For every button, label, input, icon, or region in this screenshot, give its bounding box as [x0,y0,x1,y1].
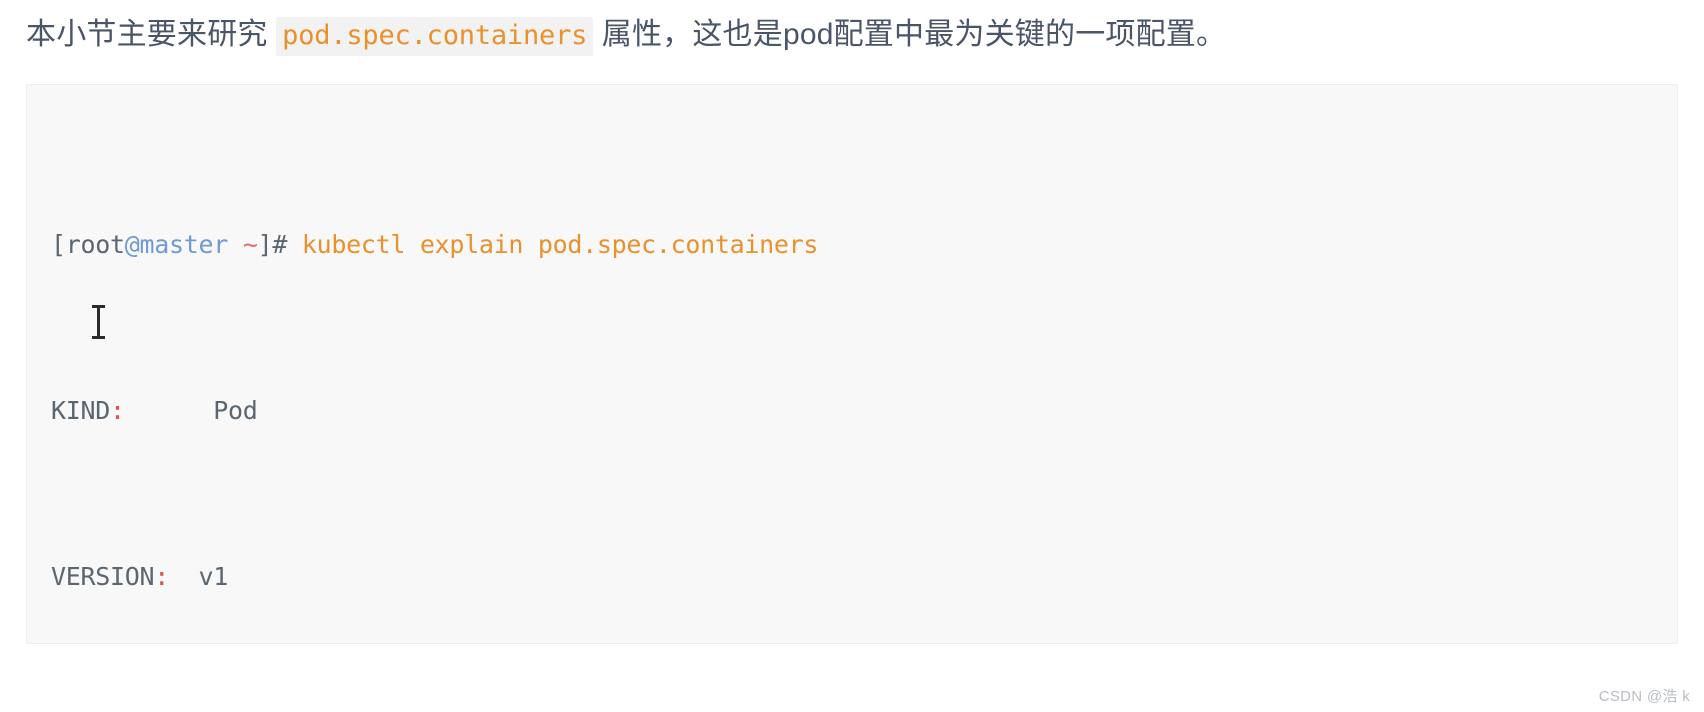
version-value: v1 [198,561,229,591]
text-cursor-ibeam [92,305,105,339]
version-label: VERSION [51,561,155,591]
code-line-prompt: [root@master ~]# kubectl explain pod.spe… [51,224,1677,266]
csdn-watermark: CSDN @浩 k [1598,688,1690,705]
intro-text-before: 本小节主要来研究 [26,18,277,51]
intro-paragraph: 本小节主要来研究 pod.spec.containers 属性，这也是pod配置… [26,8,1226,63]
prompt-bracket-close: ]# [257,229,288,259]
prompt-tilde: ~ [242,229,258,259]
prompt-user: root [65,229,125,259]
version-pad [169,562,199,591]
code-content: [root@master ~]# kubectl explain pod.spe… [27,85,1677,643]
prompt-bracket-open: [ [51,229,66,259]
code-line-version: VERSION: v1 [51,556,1677,598]
code-line-kind: KIND: Pod [51,390,1677,432]
intro-text-after: 属性，这也是pod配置中最为关键的一项配置。 [593,18,1227,51]
kind-pad [125,396,214,425]
code-block[interactable]: [root@master ~]# kubectl explain pod.spe… [26,84,1678,644]
inline-code-pod-spec-containers: pod.spec.containers [276,17,594,56]
prompt-command: kubectl explain pod.spec.containers [287,229,819,259]
kind-value: Pod [213,395,258,425]
kind-colon: : [110,395,125,425]
version-colon: : [154,561,170,591]
kind-label: KIND [51,395,111,425]
prompt-host: @master [124,229,229,259]
